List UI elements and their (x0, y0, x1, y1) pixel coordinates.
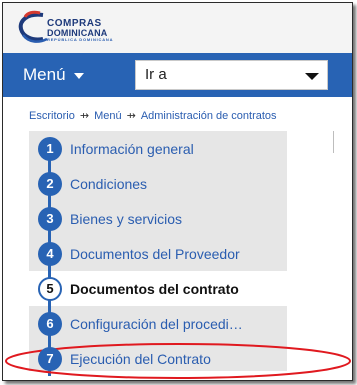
step-number-badge: 2 (38, 171, 62, 196)
arrow-right-icon: ⇸ (79, 110, 90, 122)
chevron-down-icon (305, 73, 319, 80)
breadcrumb-item-administracion[interactable]: Administración de contratos (141, 110, 277, 122)
breadcrumb-item-escritorio[interactable]: Escritorio (29, 110, 75, 122)
header: COMPRAS DOMINICANA REPÚBLICA DOMINICANA (3, 3, 352, 53)
step-label: Configuración del procedi… (70, 315, 243, 332)
step-number-badge: 4 (38, 241, 62, 266)
step-label: Condiciones (70, 175, 148, 192)
step-number-badge: 5 (38, 276, 62, 301)
goto-select-value: Ir a (145, 66, 167, 83)
step-label: Documentos del Proveedor (70, 245, 240, 262)
step-label: Documentos del contrato (70, 280, 239, 297)
process-steps: 1 Información general 2 Condiciones 3 Bi… (29, 131, 287, 376)
step-number-badge: 7 (38, 346, 62, 371)
step-number-badge: 3 (38, 206, 62, 231)
step-informacion-general[interactable]: 1 Información general (29, 131, 287, 166)
compras-dominicana-logo[interactable]: COMPRAS DOMINICANA REPÚBLICA DOMINICANA (13, 9, 112, 47)
screenshot-frame: COMPRAS DOMINICANA REPÚBLICA DOMINICANA … (2, 2, 353, 381)
step-configuracion-del-procedimiento[interactable]: 6 Configuración del procedi… (29, 306, 287, 341)
content-divider (333, 131, 334, 153)
step-documentos-del-proveedor[interactable]: 4 Documentos del Proveedor (29, 236, 287, 271)
step-bienes-y-servicios[interactable]: 3 Bienes y servicios (29, 201, 287, 236)
top-navbar: Menú Ir a (3, 53, 352, 97)
step-documentos-del-contrato[interactable]: 5 Documentos del contrato (29, 271, 287, 306)
breadcrumb-item-menu[interactable]: Menú (94, 110, 122, 122)
goto-select[interactable]: Ir a (135, 60, 328, 90)
menu-button-label: Menú (23, 65, 66, 84)
arrow-right-icon: ⇸ (126, 110, 136, 122)
breadcrumb: Escritorio ⇸ Menú ⇸ Administración de co… (29, 109, 277, 123)
step-number-badge: 1 (38, 136, 62, 161)
step-label: Información general (70, 140, 194, 157)
menu-button[interactable]: Menú (23, 65, 84, 85)
step-number-badge: 6 (38, 311, 62, 336)
caret-down-icon (73, 73, 84, 79)
step-ejecucion-del-contrato[interactable]: 7 Ejecución del Contrato (29, 341, 287, 376)
logo-text-republica: REPÚBLICA DOMINICANA (47, 37, 114, 42)
step-label: Ejecución del Contrato (70, 350, 211, 367)
step-condiciones[interactable]: 2 Condiciones (29, 166, 287, 201)
step-label: Bienes y servicios (70, 210, 183, 227)
